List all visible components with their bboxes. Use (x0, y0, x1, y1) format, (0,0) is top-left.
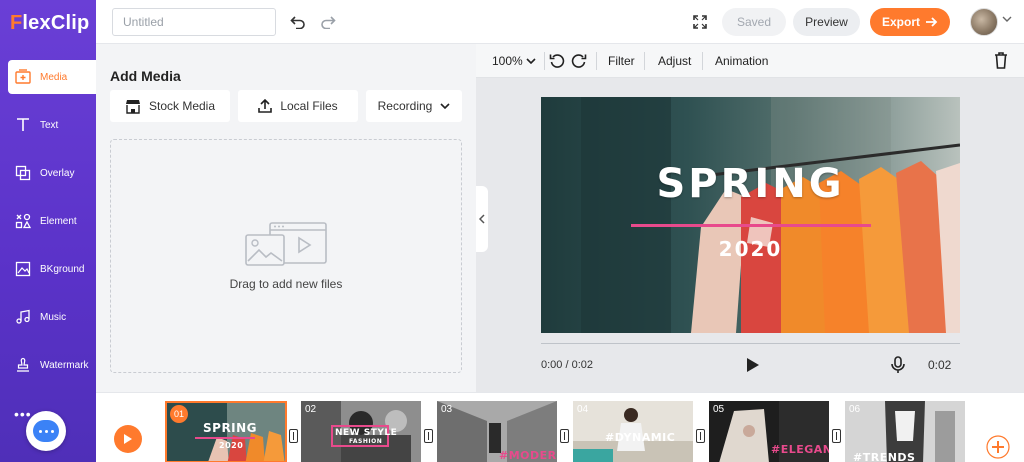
arrow-right-icon (926, 17, 938, 27)
editor-toolbar: 100% Filter Adjust Animation (476, 44, 1024, 78)
transition-button[interactable] (289, 429, 298, 443)
editor-area: 100% Filter Adjust Animation SPRING 2020… (476, 44, 1024, 392)
element-icon (12, 210, 34, 232)
overlay-icon (12, 162, 34, 184)
flexclip-logo[interactable]: FlexClip (10, 12, 89, 35)
transition-button[interactable] (560, 429, 569, 443)
sidebar-item-text[interactable]: Text (8, 108, 96, 142)
collapse-panel-button[interactable] (476, 186, 488, 252)
timeline-scene-3[interactable]: 03 #MODERN (437, 401, 557, 462)
current-time: 0:00 / 0:02 (541, 359, 593, 371)
play-icon[interactable] (744, 357, 760, 373)
filter-button[interactable]: Filter (608, 54, 635, 68)
canvas-title-text[interactable]: SPRING (541, 161, 960, 207)
chat-icon (33, 420, 59, 442)
text-icon (12, 114, 34, 136)
timeline-scene-5[interactable]: 05 #ELEGANT (709, 401, 829, 462)
scene-background (541, 97, 960, 333)
media-panel: Add Media Stock Media Local Files Record… (96, 44, 476, 392)
fullscreen-icon[interactable] (690, 12, 710, 32)
chevron-down-icon (440, 103, 450, 109)
timeline-scene-6[interactable]: 06 #TRENDS (845, 401, 965, 462)
microphone-icon[interactable] (890, 356, 906, 374)
duration: 0:02 (928, 358, 952, 372)
timeline-play-button[interactable] (114, 425, 142, 453)
sidebar-item-media[interactable]: Media (8, 60, 96, 94)
transition-button[interactable] (696, 429, 705, 443)
sidebar-item-label: Text (40, 119, 59, 131)
watermark-icon (12, 354, 34, 376)
add-scene-icon[interactable] (986, 435, 1010, 459)
recording-dropdown[interactable]: Recording (366, 90, 462, 122)
media-files-icon (245, 222, 327, 266)
stock-media-button[interactable]: Stock Media (110, 90, 230, 122)
play-icon (124, 434, 132, 444)
media-add-icon (12, 66, 34, 88)
sidebar-item-label: Element (40, 215, 77, 227)
upload-icon (258, 99, 273, 113)
transition-button[interactable] (424, 429, 433, 443)
transition-button[interactable] (832, 429, 841, 443)
preview-button[interactable]: Preview (793, 8, 860, 36)
sidebar-item-label: Overlay (40, 167, 75, 179)
sidebar-item-element[interactable]: Element (8, 204, 96, 238)
project-title-input[interactable] (112, 8, 276, 36)
chevron-left-icon (479, 214, 485, 224)
chat-support-button[interactable] (26, 411, 66, 451)
timeline-scene-2[interactable]: 02 NEW STYLE FASHION (301, 401, 421, 462)
sidebar-item-label: BKground (40, 263, 85, 275)
redo-icon[interactable] (318, 12, 338, 32)
sidebar-item-overlay[interactable]: Overlay (8, 156, 96, 190)
zoom-dropdown[interactable]: 100% (492, 54, 536, 68)
sidebar-item-bkground[interactable]: BKground (8, 252, 96, 286)
panel-title: Add Media (110, 68, 181, 84)
animation-button[interactable]: Animation (715, 54, 768, 68)
chevron-down-icon (526, 58, 536, 64)
store-icon (125, 99, 140, 114)
sidebar-item-label: Media (40, 71, 68, 83)
upload-dropzone[interactable]: Drag to add new files (110, 139, 462, 373)
avatar[interactable] (970, 8, 998, 36)
sidebar-item-label: Watermark (40, 359, 89, 371)
export-button[interactable]: Export (870, 8, 950, 36)
saved-status-button: Saved (722, 8, 786, 36)
local-files-button[interactable]: Local Files (238, 90, 358, 122)
dropzone-text: Drag to add new files (229, 277, 343, 291)
video-canvas[interactable]: SPRING 2020 (541, 97, 960, 333)
undo-icon[interactable] (288, 12, 308, 32)
canvas-subtitle-text[interactable]: 2020 (541, 237, 960, 261)
timeline-scene-4[interactable]: 04 #DYNAMIC (573, 401, 693, 462)
rotate-right-icon[interactable] (571, 53, 587, 69)
top-bar: Saved Preview Export (96, 0, 1024, 44)
sidebar: FlexClip Media Text Overlay Element BKgr… (0, 0, 96, 462)
sidebar-item-label: Music (40, 311, 67, 323)
music-icon (12, 306, 34, 328)
rotate-left-icon[interactable] (549, 53, 565, 69)
chevron-down-icon[interactable] (1002, 16, 1012, 22)
adjust-button[interactable]: Adjust (658, 54, 691, 68)
sidebar-item-music[interactable]: Music (8, 300, 96, 334)
timeline-scene-1[interactable]: 01 SPRING 2020 (165, 401, 287, 462)
trash-icon[interactable] (994, 52, 1008, 69)
sidebar-item-watermark[interactable]: Watermark (8, 348, 96, 382)
canvas-accent-line (631, 224, 871, 227)
background-icon (12, 258, 34, 280)
playback-progress[interactable] (541, 343, 960, 344)
timeline: 01 SPRING 2020 02 NEW STYLE FASHION 03 #… (96, 392, 1024, 462)
